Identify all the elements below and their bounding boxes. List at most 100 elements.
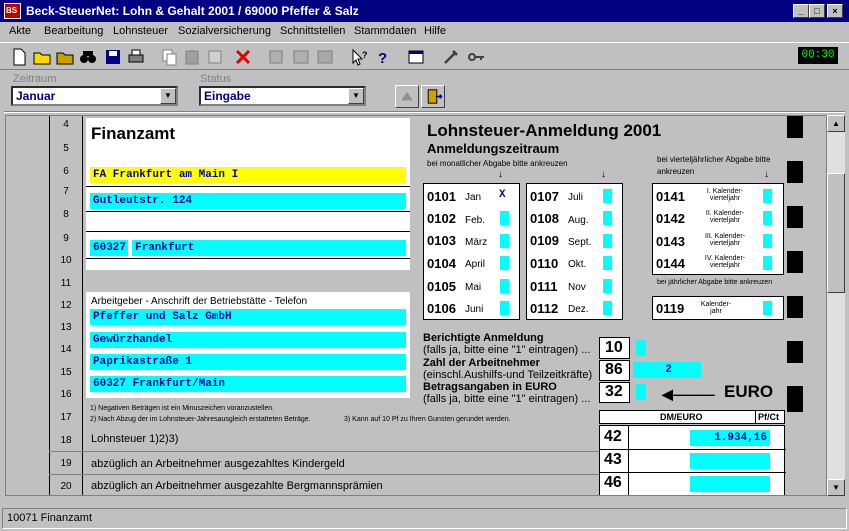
footnote-3: 3) Kann auf 10 Pf zu Ihren Gunsten gerun… <box>344 416 511 423</box>
edge-marker <box>787 296 803 318</box>
finanzamt-street-field[interactable]: Gutleutstr. 124 <box>90 193 406 209</box>
month-checkbox[interactable] <box>603 279 612 293</box>
bergmann-amount-field[interactable] <box>690 476 770 492</box>
app-icon[interactable]: BS <box>4 3 21 19</box>
arbeitgeber-street-field[interactable]: Paprikastraße 1 <box>90 354 406 370</box>
quarter-checkbox[interactable] <box>763 234 772 248</box>
row-number: 20 <box>60 481 72 492</box>
footnote-2: 2) Nach Abzug der im Lohnsteuer-Jahresau… <box>90 416 311 423</box>
status-select[interactable]: Eingabe ▼ <box>199 86 366 106</box>
scroll-thumb[interactable] <box>827 173 845 293</box>
close-button[interactable]: × <box>827 4 843 18</box>
arbeitgeber-zipcity-field[interactable]: 60327 Frankfurt/Main <box>90 376 406 392</box>
zeitraum-select[interactable]: Januar ▼ <box>11 86 178 106</box>
window-icon[interactable] <box>405 46 427 68</box>
copy-icon[interactable] <box>158 46 180 68</box>
amount-header-main: DM/EURO <box>660 412 703 422</box>
kindergeld-amount-field[interactable] <box>690 453 770 469</box>
menu-bearbeitung[interactable]: Bearbeitung <box>44 25 103 37</box>
month-checkbox[interactable] <box>603 256 612 270</box>
key-icon[interactable] <box>465 46 487 68</box>
month-label: Nov <box>568 282 586 293</box>
berichtigt-field[interactable] <box>636 340 646 356</box>
exit-door-icon[interactable] <box>421 85 445 108</box>
svg-text:?: ? <box>362 50 368 60</box>
betrag-field[interactable] <box>636 384 646 400</box>
row-number: 6 <box>63 166 69 177</box>
open-folder-icon[interactable] <box>31 46 53 68</box>
binoculars-icon[interactable] <box>77 46 99 68</box>
chevron-down-icon[interactable]: ▼ <box>160 88 176 104</box>
month-label: Feb. <box>465 215 486 226</box>
quarter-checkbox[interactable] <box>763 211 772 225</box>
tools-icon[interactable] <box>440 46 462 68</box>
title-bar[interactable]: BS Beck-SteuerNet: Lohn & Gehalt 2001 / … <box>0 0 849 22</box>
menu-sozialversicherung[interactable]: Sozialversicherung <box>178 25 271 37</box>
quarter-checkbox[interactable] <box>763 189 772 203</box>
row-number: 10 <box>60 255 72 266</box>
transfer-icon[interactable] <box>395 85 419 108</box>
finanzamt-name-field[interactable]: FA Frankfurt am Main I <box>90 167 406 183</box>
finanzamt-city-field[interactable]: Frankfurt <box>132 240 406 256</box>
month-checkbox[interactable] <box>500 211 509 225</box>
divider <box>86 258 410 259</box>
lohnsteuer-amount-field[interactable]: 1.934,16 <box>690 430 770 446</box>
month-code: 0110 <box>530 256 559 271</box>
month-checkbox[interactable] <box>603 234 612 248</box>
quarter-code: 0144 <box>656 256 685 271</box>
menu-akte[interactable]: Akte <box>9 25 31 37</box>
quarter-checkbox[interactable] <box>763 256 772 270</box>
months-box-2: 0107 Juli 0108 Aug. 0109 Sept. 0110 Okt.… <box>526 183 623 320</box>
quarter-label: IV. Kalender-vierteljahr <box>704 255 746 269</box>
zahl-field[interactable]: 2 <box>633 362 701 378</box>
arrow-down-icon: ↓ <box>601 169 606 180</box>
help-icon[interactable]: ? <box>372 46 394 68</box>
month-label: Dez. <box>568 304 589 315</box>
minimize-button[interactable]: _ <box>793 4 809 18</box>
duplicate-icon[interactable] <box>204 46 226 68</box>
menu-stammdaten[interactable]: Stammdaten <box>354 25 416 37</box>
help-cursor-icon[interactable]: ? <box>348 46 370 68</box>
month-label: Okt. <box>568 259 587 270</box>
month-jan-check[interactable]: X <box>499 189 506 201</box>
scroll-down-button[interactable]: ▼ <box>827 479 845 496</box>
print-icon[interactable] <box>125 46 147 68</box>
arbeitgeber-line2-field[interactable]: Gewürzhandel <box>90 332 406 348</box>
finanzamt-zip-field[interactable]: 60327 <box>90 240 128 256</box>
divider <box>86 231 410 232</box>
maximize-button[interactable]: □ <box>809 4 825 18</box>
menu-lohnsteuer[interactable]: Lohnsteuer <box>113 25 168 37</box>
month-checkbox[interactable] <box>603 301 612 315</box>
arbeitgeber-name-field[interactable]: Pfeffer und Salz GmbH <box>90 309 406 325</box>
row-number: 4 <box>63 119 69 130</box>
paste-icon[interactable] <box>181 46 203 68</box>
line-label: abzüglich an Arbeitnehmer ausgezahltes K… <box>91 458 345 470</box>
divider <box>49 451 601 452</box>
list-icon[interactable] <box>290 46 312 68</box>
month-checkbox[interactable] <box>500 279 509 293</box>
new-file-icon[interactable] <box>8 46 30 68</box>
amount-table: 42 43 46 33 1.934,16 <box>599 425 786 495</box>
month-code: 0111 <box>530 279 558 294</box>
month-code: 0104 <box>427 256 456 271</box>
zahl-label: Zahl der Arbeitnehmer <box>423 357 540 369</box>
month-checkbox[interactable] <box>603 189 612 203</box>
vertical-scrollbar[interactable]: ▲ ▼ <box>827 115 845 496</box>
scroll-up-button[interactable]: ▲ <box>827 115 845 132</box>
menu-schnittstellen[interactable]: Schnittstellen <box>280 25 345 37</box>
chevron-down-icon[interactable]: ▼ <box>348 88 364 104</box>
save-icon[interactable] <box>102 46 124 68</box>
month-checkbox[interactable] <box>500 301 509 315</box>
book-icon[interactable] <box>314 46 336 68</box>
month-checkbox[interactable] <box>500 234 509 248</box>
month-label: Mai <box>465 282 482 293</box>
delete-icon[interactable] <box>232 46 254 68</box>
month-checkbox[interactable] <box>603 211 612 225</box>
month-checkbox[interactable] <box>500 256 509 270</box>
status-bar: 10071 Finanzamt <box>2 508 847 529</box>
menu-hilfe[interactable]: Hilfe <box>424 25 446 37</box>
edit-icon[interactable] <box>265 46 287 68</box>
year-checkbox[interactable] <box>763 301 772 315</box>
folder-icon[interactable] <box>54 46 76 68</box>
month-label: Juli <box>568 192 584 203</box>
